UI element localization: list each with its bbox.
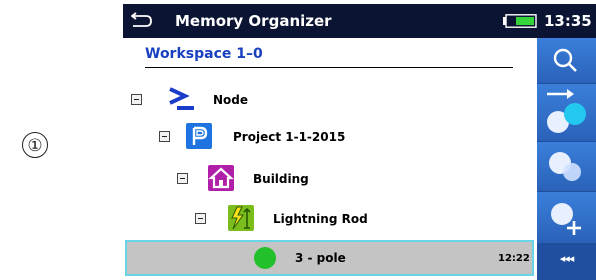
more-button[interactable]: ◂◂◂ [537, 244, 596, 280]
collapse-toggle[interactable] [195, 213, 206, 224]
tree-item-label: Lightning Rod [273, 212, 368, 226]
tree-item-label: Project 1-1-2015 [233, 130, 346, 144]
add-object-button[interactable] [537, 192, 596, 244]
back-arrow-icon[interactable] [131, 11, 153, 29]
tree-item-label: 3 - pole [295, 251, 346, 265]
tree-item-lightning-rod[interactable]: Lightning Rod [123, 202, 523, 236]
battery-icon [503, 14, 537, 28]
project-icon [186, 123, 212, 149]
objects-icon [549, 152, 581, 181]
collapse-toggle[interactable] [159, 131, 170, 142]
tree-item-label: Building [253, 172, 309, 186]
node-prompt-icon [169, 87, 194, 110]
action-sidebar: ◂◂◂ [537, 38, 596, 280]
tree-item-selected[interactable]: 3 - pole 12:22 [125, 240, 534, 276]
objects-button[interactable] [537, 142, 596, 192]
tree-item-label: Node [213, 93, 249, 107]
collapse-toggle[interactable] [177, 173, 188, 184]
status-dot-icon [254, 247, 276, 269]
add-object-icon [551, 203, 581, 235]
workspace-label[interactable]: Workspace 1–0 [145, 46, 263, 62]
tree-item-node[interactable]: Node [123, 87, 523, 121]
device-screen: Memory Organizer 13:35 Workspace 1–0 Nod… [123, 4, 596, 280]
search-icon [553, 48, 577, 72]
page-title: Memory Organizer [175, 12, 332, 30]
lightning-rod-icon [228, 205, 254, 231]
collapse-toggle[interactable] [131, 94, 142, 105]
title-bar: Memory Organizer 13:35 [123, 4, 596, 38]
search-button[interactable] [537, 38, 596, 84]
recall-button[interactable] [537, 84, 596, 142]
recall-move-icon [547, 89, 586, 133]
workspace-underline [145, 67, 513, 68]
callout-number: ① [22, 132, 48, 158]
item-timestamp: 12:22 [498, 253, 530, 264]
tree-item-project[interactable]: Project 1-1-2015 [123, 122, 523, 156]
more-arrows-icon: ◂◂◂ [559, 252, 575, 265]
tree-item-building[interactable]: Building [123, 164, 523, 198]
clock-time: 13:35 [544, 12, 592, 30]
building-icon [208, 165, 234, 191]
